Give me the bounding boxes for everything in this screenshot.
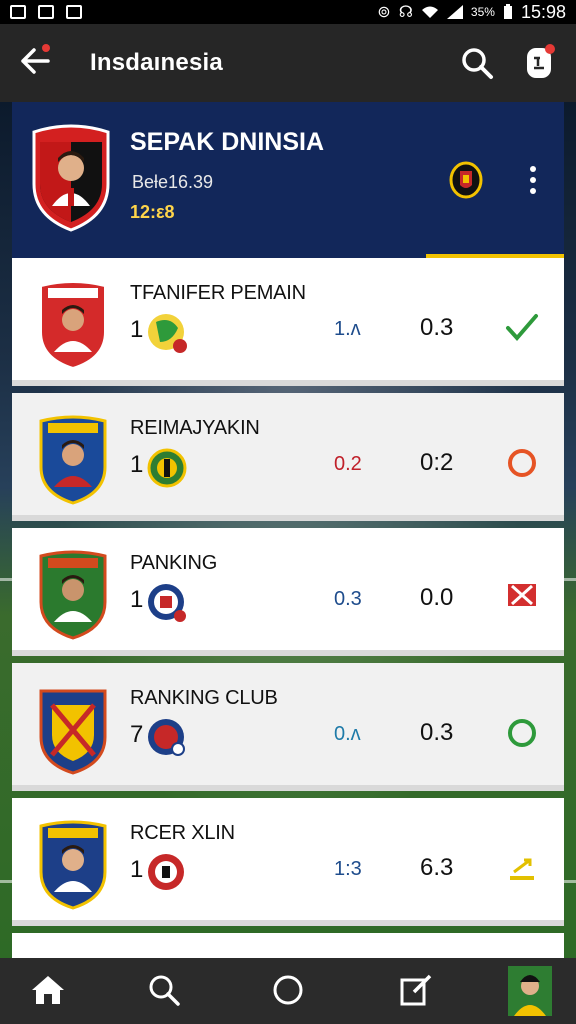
header-subtitle: Beƚe16.39 [132, 172, 214, 192]
club-logo-icon [148, 854, 184, 890]
app-bar: Insdaınesia [0, 24, 576, 102]
row-value-1: 1:3 [334, 858, 362, 880]
row-value-2: 0.3 [420, 719, 454, 746]
row-title: PANKING [130, 552, 218, 574]
search-icon[interactable] [460, 46, 494, 80]
match-header[interactable]: SEPAK DNINSIA Beƚe16.39 12:ε8 [12, 102, 564, 258]
row-title: RCER XLIN [130, 822, 235, 844]
player-badge-icon [39, 550, 107, 640]
row-title: REIMAJYAKIN [130, 417, 260, 439]
list-item[interactable]: TFANIFER PEMAIN 1 1.ʌ 0.3 [12, 258, 564, 386]
signal-icon [446, 5, 463, 19]
club-logo-icon [147, 448, 187, 488]
clock: 15:98 [520, 1, 566, 22]
gallery-icon [66, 5, 82, 19]
notification-dot [42, 44, 50, 52]
row-number: 1 [130, 451, 144, 478]
row-value-2: 0.3 [420, 314, 454, 341]
row-value-1: 1.ʌ [334, 318, 361, 340]
alarm-icon: ⊚ [377, 4, 391, 21]
header-time: 12:ε8 [130, 202, 175, 222]
edit-icon[interactable] [398, 972, 434, 1008]
row-value-2: 6.3 [420, 854, 454, 881]
list-item[interactable]: RCER XLIN 1 1:3 6.3 [12, 798, 564, 926]
row-number: 7 [130, 721, 144, 748]
team-crest-icon [32, 124, 110, 232]
search-icon[interactable] [146, 972, 182, 1008]
row-title: TFANIFER PEMAIN [130, 282, 306, 304]
bottom-nav [0, 958, 576, 1024]
cross-flag-icon[interactable] [504, 580, 540, 616]
list-item[interactable]: RANKING CLUB 7 0.ʌ 0.3 [12, 663, 564, 791]
list-item[interactable] [12, 933, 564, 958]
check-icon[interactable] [504, 310, 540, 346]
row-value-1: 0.3 [334, 588, 362, 610]
player-badge-icon [40, 281, 106, 370]
club-logo-icon [148, 719, 185, 756]
row-number: 1 [130, 316, 144, 343]
avatar-icon[interactable] [508, 966, 552, 1016]
row-title: RANKING CLUB [130, 687, 278, 709]
ring-icon[interactable] [504, 715, 540, 751]
player-badge-icon [39, 689, 107, 775]
club-logo-icon [148, 314, 187, 353]
battery-text: 35% [470, 5, 495, 19]
battery-icon [503, 4, 512, 19]
row-number: 1 [130, 856, 144, 883]
club-logo-icon [148, 584, 186, 622]
app-title: Insdaınesia [90, 49, 223, 76]
player-badge-icon [39, 820, 107, 910]
row-value-2: 0.0 [420, 584, 454, 611]
more-options-icon[interactable] [526, 166, 540, 198]
circle-icon[interactable] [270, 972, 306, 1008]
list-item[interactable]: PANKING 1 0.3 0.0 [12, 528, 564, 656]
row-value-1: 0.ʌ [334, 723, 361, 745]
circle-icon[interactable] [504, 445, 540, 481]
profile-icon[interactable] [524, 42, 556, 82]
row-value-2: 0:2 [420, 449, 454, 476]
back-button[interactable] [20, 44, 60, 80]
arrow-flag-icon[interactable] [504, 850, 540, 886]
wifi-icon [421, 6, 438, 18]
list-item[interactable]: REIMAJYAKIN 1 0.2 0:2 [12, 393, 564, 521]
league-badge-icon[interactable] [449, 161, 483, 199]
headset-icon: ☊ [398, 4, 413, 21]
header-title: SEPAK DNINSIA [130, 128, 325, 156]
image-icon [10, 5, 26, 19]
photo-icon [38, 5, 54, 19]
row-value-1: 0.2 [334, 453, 362, 475]
status-bar: ⊚ ☊ 35% 15:98 [0, 0, 576, 24]
player-badge-icon [39, 415, 107, 505]
home-icon[interactable] [30, 972, 66, 1008]
row-number: 1 [130, 586, 144, 613]
